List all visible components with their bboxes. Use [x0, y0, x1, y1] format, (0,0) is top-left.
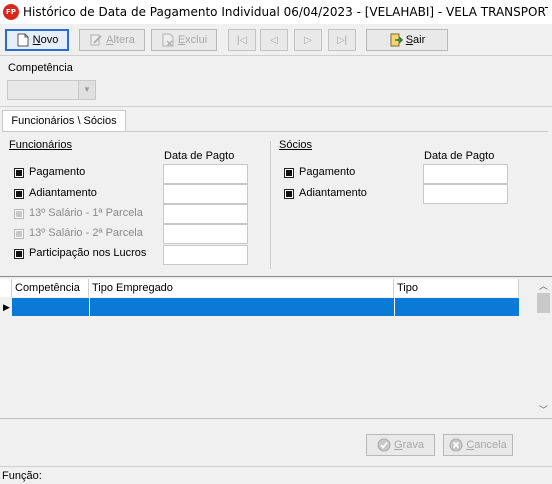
- chevron-down-icon[interactable]: ▼: [78, 81, 95, 99]
- socios-date-header: Data de Pagto: [424, 150, 495, 162]
- title-bar: FP Histórico de Data de Pagamento Indivi…: [0, 0, 552, 24]
- participacao-lucros-checkbox[interactable]: [14, 249, 24, 259]
- last-icon: ▷|: [336, 34, 348, 46]
- toolbar-divider: [0, 55, 552, 56]
- grid-corner: [0, 279, 12, 297]
- column-header-tipo-empregado[interactable]: Tipo Empregado: [89, 279, 394, 297]
- competencia-label: Competência: [8, 62, 73, 74]
- socios-adiantamento-checkbox[interactable]: [284, 189, 294, 199]
- socios-pagamento-date-field[interactable]: [423, 164, 508, 184]
- nav-last-button[interactable]: ▷|: [328, 29, 356, 51]
- new-document-icon: [17, 33, 29, 47]
- socios-pagamento-checkbox[interactable]: [284, 168, 294, 178]
- 13-salario-2-date-field[interactable]: [163, 224, 248, 244]
- edit-icon: [90, 34, 102, 46]
- grava-label: rava: [402, 439, 424, 451]
- nav-prev-button[interactable]: ◁: [260, 29, 288, 51]
- novo-hotkey: N: [32, 34, 41, 46]
- adiantamento-checkbox[interactable]: [14, 189, 24, 199]
- socios-adiantamento-label: Adiantamento: [299, 187, 367, 199]
- delete-document-icon: [162, 33, 174, 47]
- window-title: Histórico de Data de Pagamento Individua…: [23, 5, 548, 19]
- first-icon: |◁: [236, 34, 248, 46]
- altera-button[interactable]: Altera: [79, 29, 145, 51]
- section-divider: [0, 106, 552, 107]
- 13-salario-1-checkbox[interactable]: [14, 209, 24, 219]
- socios-pagamento-label: Pagamento: [299, 166, 356, 178]
- tab-label: Funcionários \ Sócios: [11, 115, 117, 127]
- nav-next-button[interactable]: ▷: [294, 29, 322, 51]
- pagamento-label: Pagamento: [29, 166, 86, 178]
- adiantamento-label: Adiantamento: [29, 187, 97, 199]
- 13-salario-1-label: 13º Salário - 1ª Parcela: [29, 207, 143, 219]
- participacao-lucros-date-field[interactable]: [163, 245, 248, 265]
- grava-hotkey: G: [394, 439, 403, 451]
- 13-salario-2-checkbox[interactable]: [14, 229, 24, 239]
- scrollbar-thumb[interactable]: [537, 293, 550, 313]
- nav-first-button[interactable]: |◁: [228, 29, 256, 51]
- 13-salario-2-label: 13º Salário - 2ª Parcela: [29, 227, 143, 239]
- cancel-icon: [449, 438, 463, 452]
- adiantamento-date-field[interactable]: [163, 184, 248, 204]
- exclui-button[interactable]: Exclui: [151, 29, 217, 51]
- socios-group-title: Sócios: [279, 139, 313, 151]
- column-header-competencia[interactable]: Competência: [12, 279, 89, 297]
- prev-icon: ◁: [270, 34, 278, 46]
- exit-icon: [390, 33, 403, 47]
- tab-funcionarios-socios[interactable]: Funcionários \ Sócios: [2, 110, 126, 132]
- novo-button[interactable]: Novo: [5, 29, 69, 51]
- sair-button[interactable]: Sair: [366, 29, 448, 51]
- next-icon: ▷: [304, 34, 312, 46]
- competencia-select[interactable]: ▼: [7, 80, 96, 100]
- cancela-label: ancela: [474, 439, 507, 451]
- status-bar: Função:: [0, 466, 552, 484]
- altera-label: ltera: [113, 34, 135, 46]
- check-icon: [377, 438, 391, 452]
- socios-adiantamento-date-field[interactable]: [423, 184, 508, 204]
- funcionarios-date-header: Data de Pagto: [164, 150, 235, 162]
- grava-button[interactable]: Grava: [366, 434, 435, 456]
- column-header-tipo[interactable]: Tipo: [394, 279, 519, 297]
- participacao-lucros-label: Participação nos Lucros: [29, 247, 147, 259]
- exclui-label: xclui: [185, 34, 208, 46]
- row-indicator-icon: ▶: [3, 302, 10, 312]
- scroll-down-icon[interactable]: ﹀: [539, 403, 548, 416]
- sair-label: air: [413, 34, 426, 46]
- funcionarios-group-title: Funcionários: [9, 139, 72, 151]
- grid-bottom-divider: [0, 418, 552, 419]
- row-cell-divider: [89, 298, 90, 316]
- novo-label: ovo: [40, 34, 59, 46]
- sair-hotkey: S: [405, 34, 414, 46]
- cancela-button[interactable]: Cancela: [443, 434, 513, 456]
- pagamento-date-field[interactable]: [163, 164, 248, 184]
- row-cell-divider: [394, 298, 395, 316]
- funcao-label: Função:: [2, 470, 42, 482]
- app-icon: FP: [3, 4, 19, 20]
- pagamento-checkbox[interactable]: [14, 168, 24, 178]
- 13-salario-1-date-field[interactable]: [163, 204, 248, 224]
- scroll-up-icon[interactable]: ︿: [539, 279, 548, 292]
- group-divider: [270, 141, 271, 269]
